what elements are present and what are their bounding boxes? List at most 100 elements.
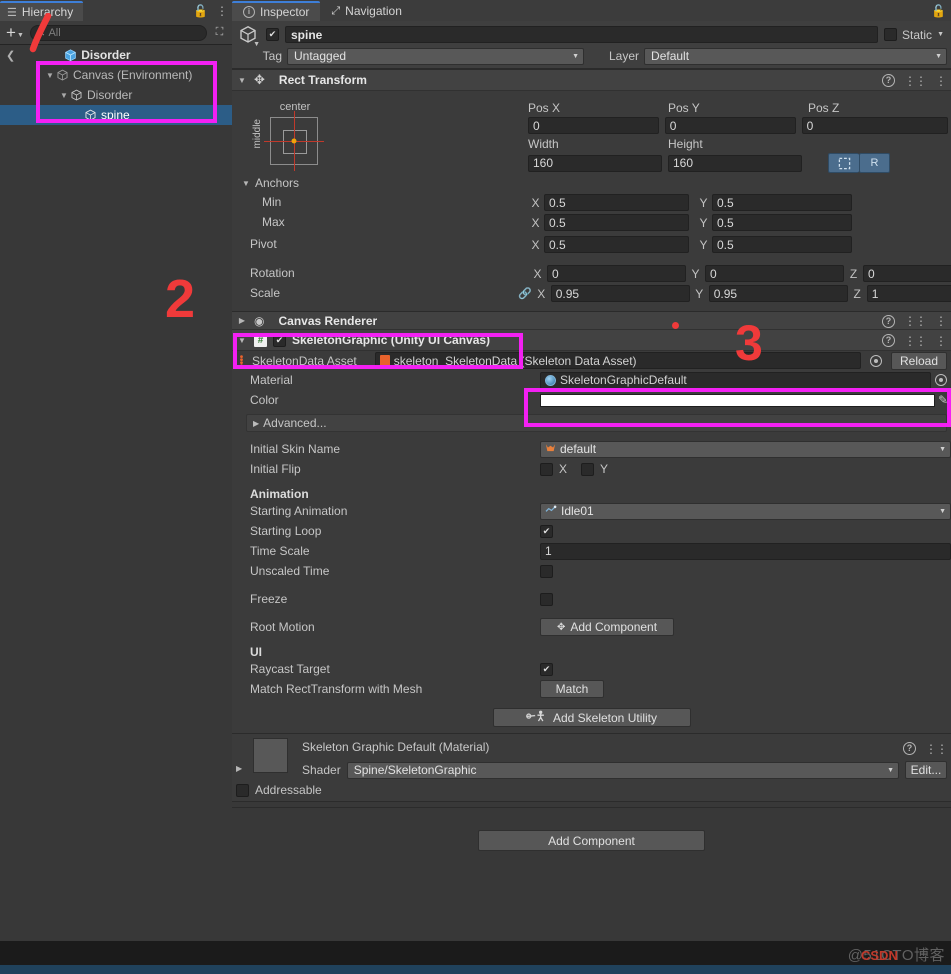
component-canvas-renderer: ▶ ◉ Canvas Renderer ? ⋮⋮ ⋮ <box>232 311 951 330</box>
canvas-renderer-header[interactable]: ▶ ◉ Canvas Renderer ? ⋮⋮ ⋮ <box>232 312 951 330</box>
tab-inspector[interactable]: i Inspector <box>232 1 321 21</box>
scene-root-row[interactable]: ❮ Disorder <box>0 45 232 65</box>
starting-animation-dropdown[interactable]: Idle01 ▼ <box>540 502 951 520</box>
help-icon[interactable]: ? <box>903 742 916 755</box>
chevron-down-icon[interactable]: ▼ <box>44 71 56 80</box>
search-filter-icon[interactable]: ⛶ <box>211 24 228 41</box>
pos-z-input[interactable]: 0 <box>801 117 948 134</box>
lock-icon[interactable]: 🔓 <box>931 4 946 18</box>
pos-y-input[interactable]: 0 <box>664 117 796 134</box>
skeleton-data-asset-value: skeleton_SkeletonData (Skeleton Data Ass… <box>393 353 637 368</box>
skeleton-data-asset-icon <box>379 355 390 366</box>
rotation-z-input[interactable]: 0 <box>863 265 951 282</box>
scale-z-input[interactable]: 1 <box>866 285 951 302</box>
pos-x-input[interactable]: 0 <box>528 117 659 134</box>
rotation-y-input[interactable]: 0 <box>705 265 844 282</box>
rotation-x-input[interactable]: 0 <box>547 265 686 282</box>
chevron-right-icon[interactable]: ▶ <box>236 316 248 325</box>
anchor-max-x-input[interactable]: 0.5 <box>544 214 689 231</box>
tab-hierarchy[interactable]: ☰ Hierarchy <box>0 1 84 21</box>
anchor-max-y-input[interactable]: 0.5 <box>712 214 852 231</box>
hierarchy-item-canvas[interactable]: ▼ Canvas (Environment) <box>0 65 232 85</box>
help-icon[interactable]: ? <box>882 334 895 347</box>
anchor-min-y-input[interactable]: 0.5 <box>712 194 852 211</box>
constrain-proportions-icon[interactable]: 🔗 <box>518 287 532 300</box>
hierarchy-search-input[interactable]: ⚲ All <box>29 24 207 41</box>
component-menu-icon[interactable]: ⋮ <box>935 315 947 327</box>
rect-transform-header[interactable]: ▼ ✥ Rect Transform ? ⋮⋮ ⋮ <box>232 70 951 91</box>
tag-dropdown[interactable]: Untagged ▼ <box>287 47 584 65</box>
add-gameobject-button[interactable]: + ▼ <box>4 24 26 41</box>
starting-loop-checkbox[interactable] <box>540 524 553 538</box>
chevron-down-icon[interactable]: ▼ <box>58 91 70 100</box>
add-component-button[interactable]: Add Component <box>478 830 705 851</box>
gameobject-icon[interactable]: ▼ <box>236 23 260 48</box>
skeleton-graphic-enabled-checkbox[interactable] <box>273 333 286 347</box>
static-checkbox[interactable] <box>884 28 898 41</box>
shader-edit-button[interactable]: Edit... <box>905 761 947 779</box>
unscaled-time-checkbox[interactable] <box>540 564 553 578</box>
scale-x-input[interactable]: 0.95 <box>550 285 690 302</box>
hierarchy-tree: ❮ Disorder ▼ Canvas (Environment) ▼ Diso… <box>0 45 232 941</box>
preset-icon[interactable]: ⋮⋮ <box>904 74 927 88</box>
layer-dropdown[interactable]: Default ▼ <box>644 47 947 65</box>
anchors-foldout[interactable]: ▼ Anchors <box>240 176 299 190</box>
addressable-checkbox[interactable] <box>236 783 249 797</box>
height-input[interactable]: 160 <box>668 154 802 172</box>
search-icon: ⚲ <box>34 26 47 39</box>
advanced-foldout[interactable]: ▶ Advanced... <box>246 414 947 432</box>
rect-transform-icon: ✥ <box>254 72 265 87</box>
gameobject-name-input[interactable]: spine <box>285 26 879 43</box>
eyedropper-icon[interactable]: ✎ <box>938 393 948 407</box>
chevron-right-icon[interactable]: ▶ <box>236 740 245 773</box>
gameobject-enabled-checkbox[interactable] <box>266 28 279 41</box>
skeleton-data-asset-field[interactable]: skeleton_SkeletonData (Skeleton Data Ass… <box>374 352 861 369</box>
component-skeleton-graphic: ▼ # SkeletonGraphic (Unity UI Canvas) ? … <box>232 329 951 733</box>
anchor-preset-widget[interactable]: center middle <box>252 101 338 171</box>
scale-y-input[interactable]: 0.95 <box>708 285 848 302</box>
back-chevron-icon[interactable]: ❮ <box>6 49 15 62</box>
anchor-snap-button[interactable] <box>828 153 859 173</box>
object-picker-icon[interactable] <box>870 354 882 367</box>
layer-label: Layer <box>609 49 640 63</box>
root-motion-add-component-button[interactable]: ✥ Add Component <box>540 618 674 636</box>
raycast-target-checkbox[interactable] <box>540 662 553 676</box>
lock-icon[interactable]: 🔓 <box>193 4 208 18</box>
component-menu-icon[interactable]: ⋮ <box>935 335 947 347</box>
flip-x-checkbox[interactable] <box>540 462 553 476</box>
help-icon[interactable]: ? <box>882 74 895 87</box>
match-button-label: Match <box>555 682 589 696</box>
material-block-title: Skeleton Graphic Default (Material) <box>302 740 490 754</box>
add-skeleton-utility-button[interactable]: Add Skeleton Utility <box>492 708 691 727</box>
preset-icon[interactable]: ⋮⋮ <box>904 314 927 328</box>
pivot-x-input[interactable]: 0.5 <box>544 236 689 253</box>
skeleton-graphic-header[interactable]: ▼ # SkeletonGraphic (Unity UI Canvas) ? … <box>232 330 951 351</box>
freeze-checkbox[interactable] <box>540 592 553 606</box>
color-swatch[interactable] <box>540 393 935 407</box>
pivot-y-input[interactable]: 0.5 <box>712 236 852 253</box>
material-field[interactable]: SkeletonGraphicDefault <box>540 371 931 389</box>
initial-skin-dropdown[interactable]: default ▼ <box>540 440 951 458</box>
rect-transform-title: Rect Transform <box>278 73 367 87</box>
hierarchy-menu-icon[interactable]: ⋮ <box>216 5 228 17</box>
reload-button[interactable]: Reload <box>891 351 947 370</box>
tab-navigation[interactable]: ⤢ Navigation <box>320 1 413 21</box>
chevron-down-icon[interactable]: ▼ <box>236 76 248 85</box>
width-input[interactable]: 160 <box>528 154 662 172</box>
chevron-down-icon[interactable]: ▼ <box>937 31 944 38</box>
time-scale-input[interactable]: 1 <box>540 542 951 560</box>
object-picker-icon[interactable] <box>935 374 947 386</box>
flip-y-checkbox[interactable] <box>581 462 595 476</box>
shader-dropdown[interactable]: Spine/SkeletonGraphic ▼ <box>346 761 899 779</box>
static-label: Static <box>902 27 933 42</box>
preset-icon[interactable]: ⋮⋮ <box>904 334 927 348</box>
hierarchy-item-disorder[interactable]: ▼ Disorder <box>0 85 232 105</box>
anchor-min-x-input[interactable]: 0.5 <box>544 194 689 211</box>
hierarchy-item-spine[interactable]: spine <box>0 105 232 125</box>
match-button[interactable]: Match <box>540 680 604 698</box>
preset-icon[interactable]: ⋮⋮ <box>925 742 948 756</box>
chevron-down-icon[interactable]: ▼ <box>236 336 248 345</box>
component-menu-icon[interactable]: ⋮ <box>935 75 947 87</box>
rotation-button[interactable]: R <box>859 153 890 173</box>
help-icon[interactable]: ? <box>882 314 895 328</box>
